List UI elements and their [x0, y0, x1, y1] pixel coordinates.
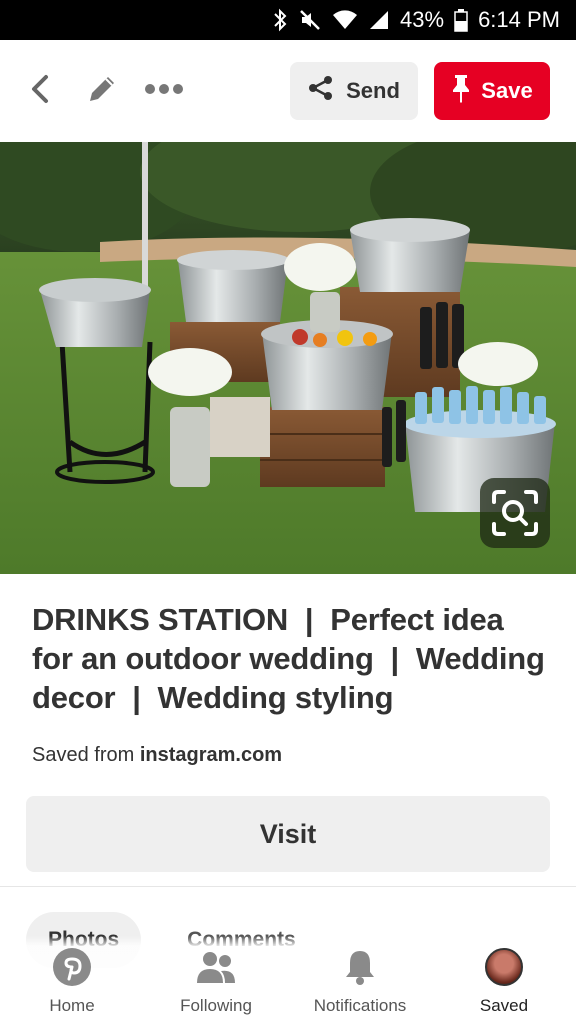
visit-button[interactable]: Visit: [26, 796, 550, 872]
nav-saved-label: Saved: [479, 996, 529, 1015]
wifi-icon: [332, 8, 358, 32]
pin-icon: [451, 73, 471, 109]
nav-following-label: Following: [180, 996, 252, 1015]
status-bar: 43% 6:14 PM: [0, 0, 576, 40]
divider: [0, 886, 576, 887]
nav-home[interactable]: Home: [0, 936, 144, 1024]
battery-percent: 43%: [400, 7, 445, 32]
edit-button[interactable]: [80, 69, 124, 113]
bluetooth-icon: [272, 8, 288, 32]
mute-icon: [298, 8, 322, 32]
avatar: [485, 948, 523, 986]
saved-from-source-link[interactable]: instagram.com: [140, 744, 282, 766]
battery-icon: [454, 8, 468, 32]
lens-search-icon: [490, 488, 540, 538]
nav-following[interactable]: Following: [144, 936, 288, 1024]
clock: 6:14 PM: [478, 7, 560, 32]
save-label: Save: [481, 78, 533, 103]
save-button[interactable]: Save: [434, 62, 550, 120]
bell-icon: [343, 946, 377, 988]
send-button[interactable]: Send: [290, 62, 418, 120]
more-button[interactable]: [142, 69, 186, 113]
pin-title: DRINKS STATION | Perfect idea for an out…: [32, 602, 554, 715]
signal-icon: [368, 8, 390, 32]
back-button[interactable]: [18, 69, 62, 113]
nav-saved[interactable]: Saved: [432, 936, 576, 1024]
nav-home-label: Home: [49, 996, 95, 1015]
bottom-nav: Home Following Notifications Saved: [0, 936, 576, 1024]
people-icon: [194, 946, 238, 988]
nav-notifications[interactable]: Notifications: [288, 936, 432, 1024]
send-label: Send: [346, 78, 400, 103]
pin-image[interactable]: [0, 142, 576, 574]
nav-notifications-label: Notifications: [313, 996, 407, 1015]
pin-toolbar: Send Save: [0, 40, 576, 142]
more-dots-icon: [144, 82, 184, 100]
saved-from: Saved from instagram.com: [32, 744, 282, 767]
saved-from-prefix: Saved from: [32, 744, 135, 766]
pencil-icon: [86, 73, 118, 110]
pinterest-logo-icon: [52, 946, 92, 988]
chevron-left-icon: [28, 73, 52, 110]
share-icon: [308, 75, 334, 107]
visual-search-button[interactable]: [480, 478, 550, 548]
